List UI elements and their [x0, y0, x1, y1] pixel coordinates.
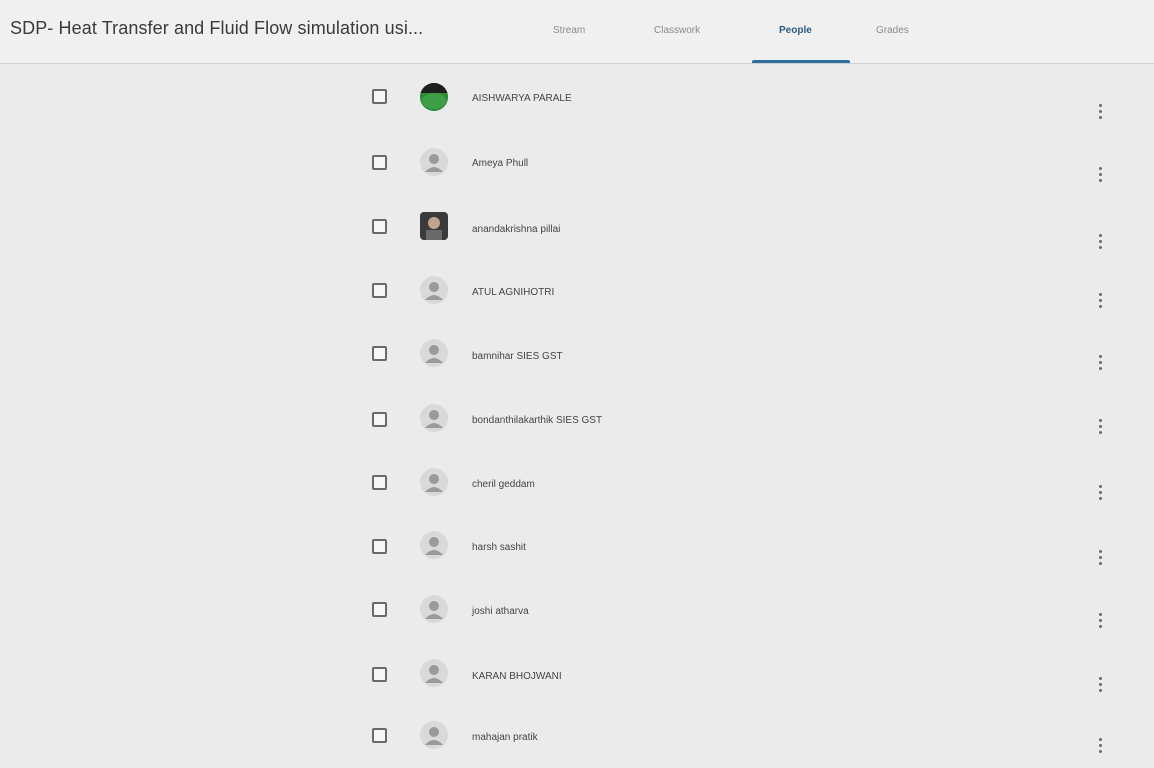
select-checkbox[interactable] [372, 346, 387, 361]
select-checkbox[interactable] [372, 539, 387, 554]
list-item: KARAN BHOJWANI [0, 640, 1154, 704]
person-icon [420, 721, 448, 749]
list-item: cheril geddam [0, 448, 1154, 512]
person-icon [420, 595, 448, 623]
select-checkbox[interactable] [372, 475, 387, 490]
select-checkbox[interactable] [372, 667, 387, 682]
active-tab-indicator [752, 60, 850, 63]
class-title[interactable]: SDP- Heat Transfer and Fluid Flow simula… [10, 18, 423, 39]
tab-grades[interactable]: Grades [876, 25, 909, 36]
person-name: bamnihar SIES GST [472, 351, 563, 362]
person-name: Ameya Phull [472, 158, 529, 169]
more-vert-icon[interactable] [1092, 353, 1108, 373]
list-item: anandakrishna pillai [0, 192, 1154, 256]
select-checkbox[interactable] [372, 412, 387, 427]
select-checkbox[interactable] [372, 728, 387, 743]
top-bar: SDP- Heat Transfer and Fluid Flow simula… [0, 0, 1154, 64]
more-vert-icon[interactable] [1092, 232, 1108, 252]
person-name: bondanthilakarthik SIES GST [472, 415, 603, 426]
select-checkbox[interactable] [372, 89, 387, 104]
person-name: harsh sashit [472, 542, 526, 553]
tab-stream[interactable]: Stream [553, 25, 585, 36]
list-item: Ameya Phull [0, 128, 1154, 192]
person-name: anandakrishna pillai [472, 224, 561, 235]
person-icon [420, 148, 448, 176]
list-item: harsh sashit [0, 512, 1154, 576]
select-checkbox[interactable] [372, 219, 387, 234]
person-icon [420, 531, 448, 559]
select-checkbox[interactable] [372, 602, 387, 617]
list-item: AISHWARYA PARALE [0, 64, 1154, 128]
person-name: joshi atharva [472, 606, 529, 617]
person-icon [420, 276, 448, 304]
more-vert-icon[interactable] [1092, 102, 1108, 122]
person-icon [420, 404, 448, 432]
select-checkbox[interactable] [372, 155, 387, 170]
more-vert-icon[interactable] [1092, 165, 1108, 185]
select-checkbox[interactable] [372, 283, 387, 298]
more-vert-icon[interactable] [1092, 736, 1108, 756]
person-name: KARAN BHOJWANI [472, 671, 562, 682]
list-item: ATUL AGNIHOTRI [0, 256, 1154, 320]
tab-people[interactable]: People [779, 25, 812, 36]
more-vert-icon[interactable] [1092, 291, 1108, 311]
list-item: bondanthilakarthik SIES GST [0, 384, 1154, 448]
avatar [420, 83, 448, 111]
avatar [420, 212, 448, 240]
person-icon [420, 659, 448, 687]
person-name: AISHWARYA PARALE [472, 93, 572, 104]
list-item: mahajan pratik [0, 704, 1154, 768]
more-vert-icon[interactable] [1092, 675, 1108, 695]
person-name: ATUL AGNIHOTRI [472, 287, 555, 298]
more-vert-icon[interactable] [1092, 483, 1108, 503]
person-name: mahajan pratik [472, 732, 538, 743]
list-item: joshi atharva [0, 576, 1154, 640]
person-icon [420, 468, 448, 496]
more-vert-icon[interactable] [1092, 611, 1108, 631]
more-vert-icon[interactable] [1092, 548, 1108, 568]
more-vert-icon[interactable] [1092, 417, 1108, 437]
tab-classwork[interactable]: Classwork [654, 25, 700, 36]
person-name: cheril geddam [472, 479, 535, 490]
person-icon [420, 339, 448, 367]
list-item: bamnihar SIES GST [0, 320, 1154, 384]
